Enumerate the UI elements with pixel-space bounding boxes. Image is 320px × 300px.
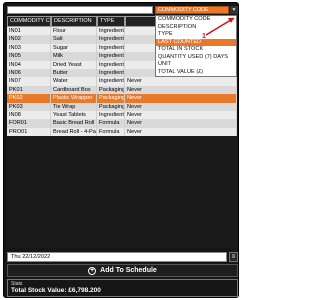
cell-code: PRO01	[7, 127, 51, 137]
cell-code: IN02	[7, 35, 51, 44]
cell-type: Packaging	[99, 85, 125, 95]
cell-type: Ingredient	[99, 77, 125, 86]
cell-last-counted: Never	[125, 119, 237, 128]
total-stock-value: Total Stock Value: £6,798.200	[11, 287, 101, 294]
cell-description: Flour	[51, 27, 97, 36]
table-row[interactable]: PK01 Cardboard Box Packaging Never	[7, 85, 237, 95]
cell-description: Salt	[51, 35, 97, 44]
cell-type: Ingredient	[99, 35, 125, 44]
cell-code: IN05	[7, 52, 51, 61]
cell-description: Plastic Wrapper	[51, 94, 97, 103]
table-row[interactable]: PK03 Tie Wrap Packaging Never	[7, 102, 237, 111]
cell-last-counted: Never	[125, 127, 237, 137]
cell-last-counted: Never	[125, 77, 237, 86]
cell-description: Butter	[51, 68, 97, 78]
annotation-arrow	[205, 17, 235, 36]
cell-code: IN01	[7, 27, 51, 36]
cell-code: FOR01	[7, 119, 51, 128]
cell-code: IN03	[7, 43, 51, 53]
table-row[interactable]: FOR01 Basic Bread Roll Formula Never	[7, 119, 237, 128]
cell-type: Ingredient	[99, 27, 125, 36]
cell-last-counted: Never	[125, 102, 237, 111]
table-row[interactable]: PRO01 Bread Roll - 4-Pack Formula Never	[7, 127, 237, 137]
add-to-schedule-label: Add To Schedule	[100, 267, 157, 274]
cell-type: Ingredient	[99, 68, 125, 78]
date-field[interactable]: Thu 22/12/2022	[7, 252, 227, 262]
cell-code: IN06	[7, 68, 51, 78]
cell-code: PK03	[7, 102, 51, 111]
cell-description: Tie Wrap	[51, 102, 97, 111]
sort-option[interactable]: UNIT	[156, 61, 236, 69]
plus-icon: +	[88, 266, 97, 275]
cell-description: Basic Bread Roll	[51, 119, 97, 128]
chevron-down-icon[interactable]: ▼	[230, 6, 238, 14]
cell-description: Milk	[51, 52, 97, 61]
cell-code: IN04	[7, 60, 51, 69]
cell-type: Ingredient	[99, 110, 125, 120]
search-input[interactable]	[7, 6, 153, 14]
cell-last-counted: Never	[125, 85, 237, 95]
stock-panel: COMMODITY CODE ▼ COMMODITY CODE DESCRIPT…	[3, 2, 239, 298]
cell-description: Cardboard Box	[51, 85, 97, 95]
cell-type: Packaging	[99, 102, 125, 111]
column-header-description[interactable]: DESCRIPTION	[51, 16, 97, 27]
cell-type: Ingredient	[99, 52, 125, 61]
column-header-type[interactable]: TYPE	[97, 16, 125, 27]
cell-last-counted: Never	[125, 110, 237, 120]
sort-option[interactable]: LAST COUNTED	[156, 38, 236, 46]
sort-option[interactable]: QUANTITY USED (7) DAYS	[156, 54, 236, 62]
cell-description: Sugar	[51, 43, 97, 53]
table-row[interactable]: IN07 Water Ingredient Never	[7, 77, 237, 86]
calendar-button[interactable]: ≡	[229, 252, 238, 262]
table-row[interactable]: PK02 Plastic Wrapper Packaging Never	[7, 94, 237, 103]
cell-code: PK02	[7, 94, 51, 103]
cell-description: Water	[51, 77, 97, 86]
cell-type: Packaging	[99, 94, 125, 103]
cell-code: IN08	[7, 110, 51, 120]
sort-option[interactable]: TOTAL IN STOCK	[156, 46, 236, 54]
table-row[interactable]: IN08 Yeast Tablets Ingredient Never	[7, 110, 237, 120]
sort-option[interactable]: TOTAL VALUE (£)	[156, 69, 236, 77]
cell-type: Ingredient	[99, 60, 125, 69]
column-header-code[interactable]: COMMODITY CODE	[7, 16, 51, 27]
cell-code: IN07	[7, 77, 51, 86]
sort-select[interactable]: COMMODITY CODE	[155, 6, 229, 14]
cell-description: Dried Yeast	[51, 60, 97, 69]
cell-type: Ingredient	[99, 43, 125, 53]
cell-type: Formula	[97, 119, 125, 128]
annotation-number: 1	[202, 33, 206, 40]
add-to-schedule-button[interactable]: + Add To Schedule	[7, 264, 238, 277]
cell-last-counted: Never	[125, 94, 237, 103]
cell-type: Formula	[97, 127, 125, 137]
stats-panel: Stats Total Stock Value: £6,798.200	[7, 279, 238, 297]
cell-description: Yeast Tablets	[51, 110, 97, 120]
cell-description: Bread Roll - 4-Pack	[53, 127, 97, 137]
cell-code: PK01	[7, 85, 51, 95]
